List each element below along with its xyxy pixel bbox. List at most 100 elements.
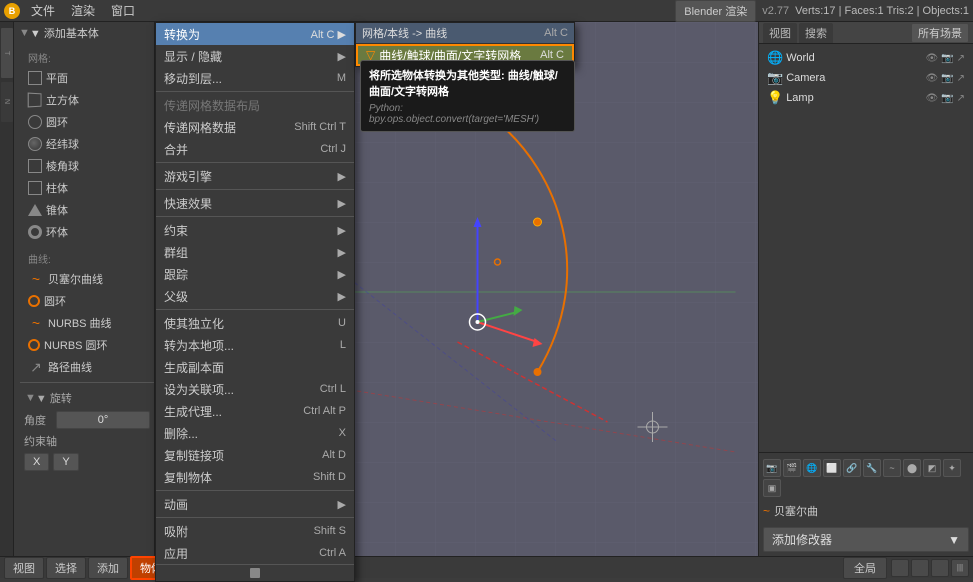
prop-icon-particles[interactable]: ✦ <box>943 459 961 477</box>
menu-item-game[interactable]: 游戏引擎 ▶ <box>156 165 354 187</box>
menu-item-transfer-data[interactable]: 传递网格数据 Shift Ctrl T <box>156 116 354 138</box>
overlay-btn-2[interactable] <box>911 559 929 577</box>
bezier-icon: ~ <box>28 271 44 287</box>
add-modifier-btn[interactable]: 添加修改器 ▼ <box>763 527 969 552</box>
tool-strip-item-2[interactable]: N <box>1 82 13 122</box>
sidebar-item-path[interactable]: ↗ 路径曲线 <box>20 356 154 378</box>
world-render-icon[interactable]: 📷 <box>941 53 953 64</box>
menu-item-constraint[interactable]: 约束 ▶ <box>156 219 354 241</box>
tab-view[interactable]: 视图 <box>763 23 797 43</box>
lamp-eye-icon[interactable]: 👁 <box>925 93 938 104</box>
lamp-render-icon[interactable]: 📷 <box>941 93 953 104</box>
prop-icon-texture[interactable]: ◩ <box>923 459 941 477</box>
parent-shortcut: ▶ <box>338 290 346 303</box>
delete-shortcut: X <box>339 427 346 439</box>
menu-item-snap[interactable]: 吸附 Shift S <box>156 520 354 542</box>
sidebar-item-uvsphere[interactable]: 经纬球 <box>20 133 154 155</box>
add-basic-header[interactable]: ▼ ▼ 添加基本体 <box>14 22 154 44</box>
select-btn[interactable]: 选择 <box>46 557 86 579</box>
sidebar-item-curve-circle[interactable]: 圆环 <box>20 290 154 312</box>
menu-item-move-layer[interactable]: 移动到层... M <box>156 67 354 89</box>
prop-icon-physics[interactable]: ▣ <box>763 479 781 497</box>
y-axis-btn[interactable]: Y <box>53 453 78 471</box>
renderer-selector[interactable]: Blender 渲染 <box>675 0 756 22</box>
show-hide-label: 显示 / 隐藏 <box>164 48 222 65</box>
angle-value[interactable]: 0° <box>56 411 150 429</box>
overlay-btn-3[interactable] <box>931 559 949 577</box>
outliner-item-camera[interactable]: 📷 Camera 👁 📷 ↗ <box>763 68 969 88</box>
menu-item-animation[interactable]: 动画 ▶ <box>156 493 354 515</box>
menu-item-quick[interactable]: 快速效果 ▶ <box>156 192 354 214</box>
menu-item-join[interactable]: 合并 Ctrl J <box>156 138 354 160</box>
game-label: 游戏引擎 <box>164 168 212 185</box>
camera-render-icon[interactable]: 📷 <box>941 73 953 84</box>
bottom-right: 全局 ||| <box>843 557 969 579</box>
add-btn[interactable]: 添加 <box>88 557 128 579</box>
camera-arrow-icon[interactable]: ↗ <box>957 73 965 84</box>
menu-item-delete[interactable]: 删除... X <box>156 422 354 444</box>
menu-item-make-proxy[interactable]: 生成代理... Ctrl Alt P <box>156 400 354 422</box>
menu-item-gen-dupli[interactable]: 生成副本面 <box>156 356 354 378</box>
sidebar-item-icosphere[interactable]: 棱角球 <box>20 155 154 177</box>
lamp-arrow-icon[interactable]: ↗ <box>957 93 965 104</box>
circle-icon <box>28 115 42 129</box>
menu-render[interactable]: 渲染 <box>66 0 100 21</box>
scene-selector[interactable]: 所有场景 <box>911 23 969 43</box>
menu-resize-handle[interactable] <box>250 568 260 578</box>
curve-circle-label: 圆环 <box>44 293 66 309</box>
sidebar-item-nurbs-circle[interactable]: NURBS 圆环 <box>20 334 154 356</box>
camera-eye-icon[interactable]: 👁 <box>925 73 938 84</box>
menu-item-group[interactable]: 群组 ▶ <box>156 241 354 263</box>
rotate-header[interactable]: ▼ ▼ 旋转 <box>20 387 154 409</box>
prop-icon-material[interactable]: ⬤ <box>903 459 921 477</box>
menu-window[interactable]: 窗口 <box>106 0 140 21</box>
tool-strip-item-1[interactable]: T <box>1 28 13 78</box>
menu-sep-4 <box>156 216 354 217</box>
menu-item-show-hide[interactable]: 显示 / 隐藏 ▶ <box>156 45 354 67</box>
overlay-btn-1[interactable] <box>891 559 909 577</box>
menu-item-track[interactable]: 跟踪 ▶ <box>156 263 354 285</box>
transfer-layout-label: 传递网格数据布局 <box>164 97 260 114</box>
menu-item-make-links[interactable]: 设为关联项... Ctrl L <box>156 378 354 400</box>
world-label: World <box>786 52 815 64</box>
sidebar-item-circle[interactable]: 圆环 <box>20 111 154 133</box>
menu-item-transfer-layout[interactable]: 传递网格数据布局 <box>156 94 354 116</box>
right-panel-content: 🌐 World 👁 📷 ↗ 📷 Camera 👁 📷 ↗ 💡 Lamp 👁 📷 <box>759 44 973 452</box>
add-modifier-arrow: ▼ <box>948 533 960 547</box>
sidebar-item-torus[interactable]: 环体 <box>20 221 154 243</box>
sidebar-item-cone[interactable]: 锥体 <box>20 199 154 221</box>
prop-icon-data[interactable]: ~ <box>883 459 901 477</box>
menu-file[interactable]: 文件 <box>26 0 60 21</box>
prop-icon-modifier[interactable]: 🔧 <box>863 459 881 477</box>
sidebar-item-cube[interactable]: 立方体 <box>20 89 154 111</box>
tab-search[interactable]: 搜索 <box>799 23 833 43</box>
sidebar-item-cylinder[interactable]: 柱体 <box>20 177 154 199</box>
prop-icon-world[interactable]: 🌐 <box>803 459 821 477</box>
prop-icon-constraint[interactable]: 🔗 <box>843 459 861 477</box>
outliner-item-world[interactable]: 🌐 World 👁 📷 ↗ <box>763 48 969 68</box>
prop-icon-object[interactable]: ⬜ <box>823 459 841 477</box>
menu-item-duplicate-link[interactable]: 复制链接项 Alt D <box>156 444 354 466</box>
menu-item-parent[interactable]: 父级 ▶ <box>156 285 354 307</box>
nurbs-label: NURBS 曲线 <box>48 315 112 331</box>
menu-item-make-single[interactable]: 使其独立化 U <box>156 312 354 334</box>
view-btn[interactable]: 视图 <box>4 557 44 579</box>
overlay-btn-4[interactable]: ||| <box>951 559 969 577</box>
x-axis-btn[interactable]: X <box>24 453 49 471</box>
menu-sep-5 <box>156 309 354 310</box>
outliner-item-lamp[interactable]: 💡 Lamp 👁 📷 ↗ <box>763 88 969 108</box>
full-btn[interactable]: 全局 <box>843 557 887 579</box>
sidebar-item-plane[interactable]: 平面 <box>20 67 154 89</box>
world-eye-icon[interactable]: 👁 <box>925 53 938 64</box>
sidebar-item-bezier[interactable]: ~ 贝塞尔曲线 <box>20 268 154 290</box>
sidebar-item-nurbs[interactable]: ~ NURBS 曲线 <box>20 312 154 334</box>
menu-item-apply[interactable]: 应用 Ctrl A <box>156 542 354 564</box>
curve-label: 曲线: <box>20 247 154 268</box>
prop-icon-scene[interactable]: 🎬 <box>783 459 801 477</box>
menu-item-convert[interactable]: 转换为 Alt C ▶ <box>156 23 354 45</box>
prop-icon-render[interactable]: 📷 <box>763 459 781 477</box>
menu-item-make-local[interactable]: 转为本地项... L <box>156 334 354 356</box>
world-arrow-icon[interactable]: ↗ <box>957 53 965 64</box>
menu-item-duplicate[interactable]: 复制物体 Shift D <box>156 466 354 488</box>
tooltip: 将所选物体转换为其他类型: 曲线/触球/曲面/文字转网格 Python: bpy… <box>360 60 575 132</box>
